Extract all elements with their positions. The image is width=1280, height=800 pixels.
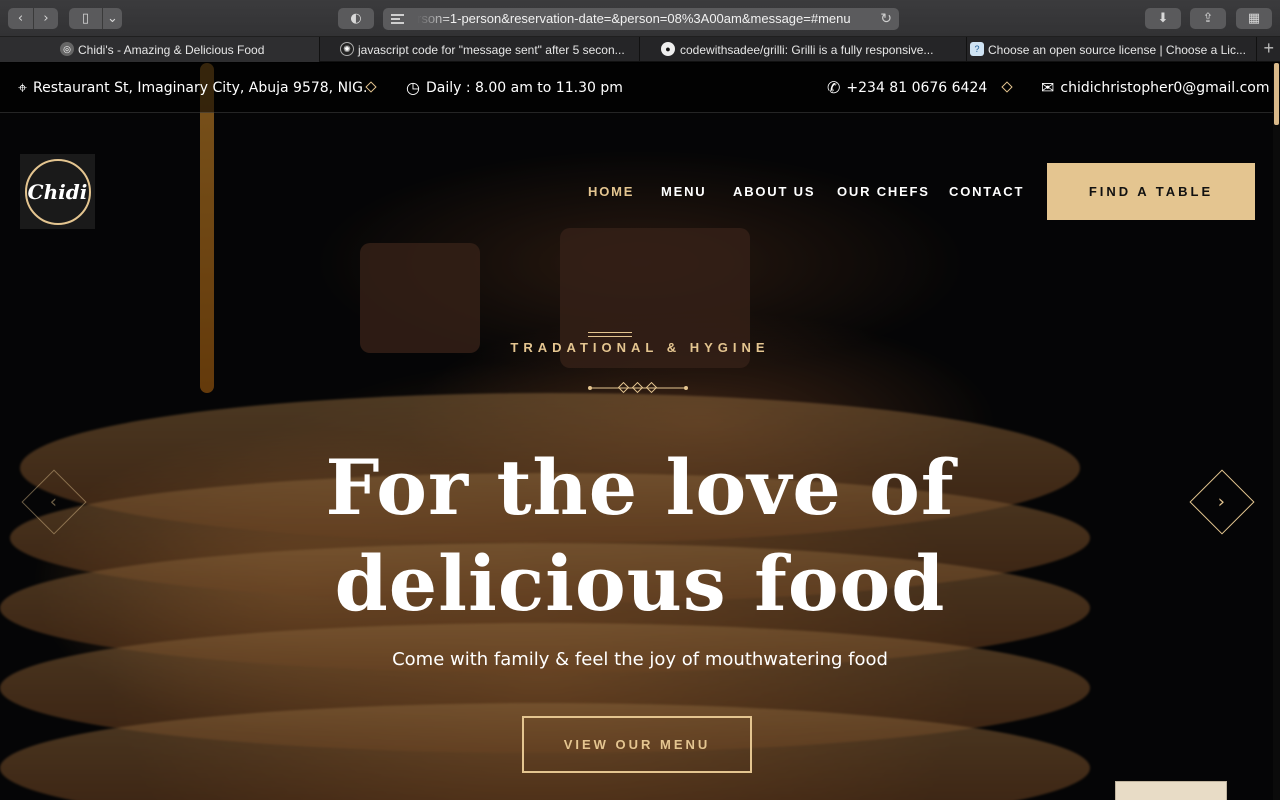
address-bar[interactable]: rson=1-person&reservation-date=&person=0… — [383, 8, 899, 30]
grid-icon: ▦ — [1247, 11, 1261, 26]
booking-widget-card[interactable] — [1115, 781, 1227, 800]
forward-button[interactable]: › — [33, 8, 58, 29]
phone-icon: ✆ — [827, 78, 841, 97]
active-nav-underline — [588, 332, 632, 337]
github-icon: ● — [661, 42, 675, 56]
reader-icon[interactable] — [391, 14, 404, 24]
nav-home[interactable]: HOME — [588, 184, 634, 199]
shield-icon: ◐ — [350, 11, 362, 26]
site-logo[interactable]: Chidi — [20, 154, 95, 229]
share-icon: ⇪ — [1202, 11, 1214, 26]
tab-title: javascript code for "message sent" after… — [358, 42, 625, 57]
url-text[interactable]: rson=1-person&reservation-date=&person=0… — [417, 11, 869, 26]
nav-menu[interactable]: MENU — [661, 184, 706, 199]
nav-about-us[interactable]: ABOUT US — [733, 184, 815, 199]
sidebar-icon: ▯ — [81, 11, 90, 26]
forward-icon: › — [43, 11, 49, 26]
ornament-separator — [588, 382, 688, 394]
email-link[interactable]: chidichristopher0@gmail.com — [1060, 80, 1269, 96]
view-our-menu-button[interactable]: VIEW OUR MENU — [522, 716, 752, 773]
downloads-button[interactable]: ⬇ — [1145, 8, 1181, 29]
location-pin-icon: ⌖ — [18, 78, 28, 97]
new-tab-button[interactable]: + — [1263, 38, 1274, 59]
nav-contact[interactable]: CONTACT — [949, 184, 1024, 199]
top-info-bar: ⌖ Restaurant St, Imaginary City, Abuja 9… — [0, 63, 1280, 113]
tab-choose-license[interactable]: ? Choose an open source license | Choose… — [967, 37, 1257, 62]
sidebar-button[interactable]: ▯ — [69, 8, 102, 29]
nav-our-chefs[interactable]: OUR CHEFS — [837, 184, 930, 199]
page-scrollbar[interactable] — [1273, 63, 1280, 800]
tab-overview-button[interactable]: ▦ — [1236, 8, 1272, 29]
openai-icon: ✺ — [340, 42, 354, 56]
phone-info[interactable]: ✆ +234 81 0676 6424 — [827, 78, 987, 97]
sidebar-toggle-group: ▯ ⌄ — [69, 8, 122, 29]
tab-github-grilli[interactable]: ● codewithsadee/grilli: Grilli is a full… — [640, 37, 967, 62]
email-info[interactable]: ✉ chidichristopher0@gmail.com — [1041, 78, 1269, 97]
address-text: Restaurant St, Imaginary City, Abuja 957… — [33, 80, 368, 96]
download-icon: ⬇ — [1157, 11, 1169, 26]
browser-toolbar: ‹ › ▯ ⌄ ◐ rson=1-person&reservation-date… — [0, 0, 1280, 37]
license-icon: ? — [970, 42, 984, 56]
compass-icon: ◎ — [60, 42, 74, 56]
chevron-right-icon: › — [1218, 491, 1226, 513]
mail-icon: ✉ — [1041, 78, 1055, 97]
logo-emblem: Chidi — [24, 158, 91, 225]
back-icon: ‹ — [17, 11, 24, 26]
phone-link[interactable]: +234 81 0676 6424 — [846, 80, 987, 96]
hero-subtitle: Come with family & feel the joy of mouth… — [392, 649, 888, 670]
hero-title: For the love of delicious food — [0, 440, 1280, 632]
history-buttons: ‹ › — [8, 8, 58, 29]
logo-text: Chidi — [27, 179, 88, 204]
tab-chidis[interactable]: ◎ Chidi's - Amazing & Delicious Food — [0, 37, 320, 62]
reload-icon[interactable]: ↻ — [880, 10, 892, 27]
web-page: ⌖ Restaurant St, Imaginary City, Abuja 9… — [0, 63, 1280, 800]
tab-title: codewithsadee/grilli: Grilli is a fully … — [680, 42, 934, 57]
privacy-button[interactable]: ◐ — [338, 8, 374, 29]
tab-title: Choose an open source license | Choose a… — [988, 42, 1246, 57]
back-button[interactable]: ‹ — [8, 8, 33, 29]
find-a-table-button[interactable]: FIND A TABLE — [1047, 163, 1255, 220]
share-button[interactable]: ⇪ — [1190, 8, 1226, 29]
hours-text: Daily : 8.00 am to 11.30 pm — [425, 79, 623, 96]
hero-eyebrow: TRADATIONAL & HYGINE — [510, 340, 770, 355]
clock-icon: ◷ — [406, 78, 420, 97]
tab-bar: ◎ Chidi's - Amazing & Delicious Food ✺ j… — [0, 37, 1280, 62]
chevron-down-icon: ⌄ — [107, 11, 118, 26]
chevron-left-icon: ‹ — [50, 491, 58, 513]
scrollbar-thumb[interactable] — [1274, 63, 1279, 125]
tab-title: Chidi's - Amazing & Delicious Food — [78, 42, 265, 57]
hero-title-line-2: delicious food — [334, 539, 946, 628]
sidebar-menu-button[interactable]: ⌄ — [102, 8, 122, 29]
address-info: ⌖ Restaurant St, Imaginary City, Abuja 9… — [18, 78, 367, 98]
hours-info: ◷ Daily : 8.00 am to 11.30 pm — [406, 78, 623, 97]
hero-title-line-1: For the love of — [325, 443, 955, 532]
separator-diamond — [1001, 81, 1013, 93]
tab-javascript-code[interactable]: ✺ javascript code for "message sent" aft… — [320, 37, 640, 62]
